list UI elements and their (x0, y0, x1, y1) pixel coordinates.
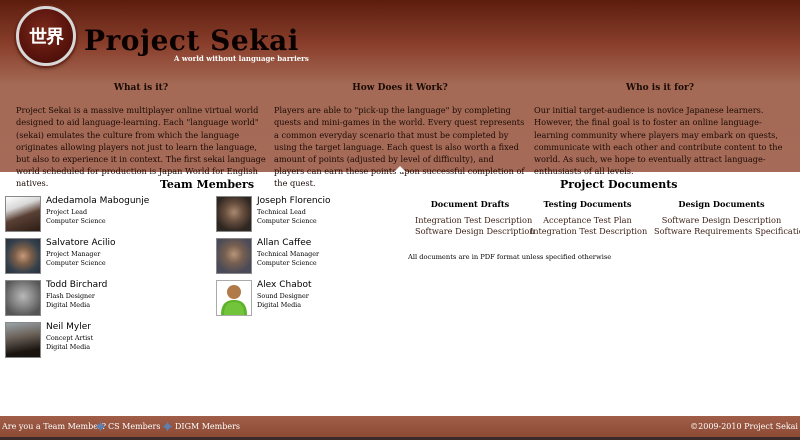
intro-how-it-works: How Does it Work? Players are able to "p… (274, 82, 526, 190)
intro-heading: Who is it for? (625, 83, 694, 93)
doc-column-heading: Document Drafts (430, 199, 510, 209)
intro-body: Our initial target-audience is novice Ja… (534, 105, 783, 177)
member-dept: Digital Media (257, 301, 302, 309)
header-notch (394, 166, 406, 172)
team-member[interactable]: Adedamola Mabogunje Project Lead Compute… (5, 196, 205, 236)
digm-members-label[interactable]: DIGM Members (175, 422, 240, 431)
avatar-placeholder-icon (221, 285, 247, 315)
intro-body: Players are able to "pick-up the languag… (274, 105, 525, 189)
doc-column-heading: Testing Documents (543, 199, 632, 209)
doc-column-heading: Design Documents (678, 199, 765, 209)
site-header: 世界 Project Sekai A world without languag… (0, 0, 800, 188)
member-role: Project Manager (46, 250, 101, 258)
member-photo[interactable] (216, 196, 252, 232)
intro-heading: How Does it Work? (352, 83, 448, 93)
doc-link[interactable]: Acceptance Test Plan (530, 215, 645, 226)
member-photo[interactable] (5, 322, 41, 358)
cs-members-link[interactable]: CS Members (96, 422, 160, 431)
member-role: Concept Artist (46, 334, 94, 342)
gear-link-icon (163, 422, 172, 431)
member-dept: Computer Science (257, 217, 317, 225)
site-logo[interactable]: 世界 (16, 6, 76, 66)
doc-link[interactable]: Integration Test Description (530, 226, 647, 237)
team-members-title: Team Members (160, 178, 255, 191)
project-documents-title: Project Documents (560, 178, 678, 191)
member-name[interactable]: Adedamola Mabogunje (46, 196, 149, 206)
digm-members-link[interactable]: DIGM Members (163, 422, 240, 431)
cs-members-label[interactable]: CS Members (108, 422, 160, 431)
member-dept: Computer Science (46, 217, 106, 225)
team-member[interactable]: Neil Myler Concept Artist Digital Media (5, 322, 205, 362)
member-dept: Computer Science (46, 259, 106, 267)
intro-body: Project Sekai is a massive multiplayer o… (16, 105, 266, 189)
member-photo[interactable] (216, 238, 252, 274)
team-member[interactable]: Joseph Florencio Technical Lead Computer… (216, 196, 416, 236)
member-name[interactable]: Allan Caffee (257, 238, 311, 248)
member-role: Flash Designer (46, 292, 95, 300)
member-dept: Digital Media (46, 301, 91, 309)
member-dept: Computer Science (257, 259, 317, 267)
site-footer: Are you a Team Member? CS Members DIGM M… (0, 410, 800, 440)
member-role: Project Lead (46, 208, 88, 216)
member-photo[interactable] (216, 280, 252, 316)
team-member[interactable]: Allan Caffee Technical Manager Computer … (216, 238, 416, 278)
member-name[interactable]: Salvatore Acilio (46, 238, 115, 248)
member-role: Technical Lead (257, 208, 306, 216)
member-role: Technical Manager (257, 250, 320, 258)
docs-format-note: All documents are in PDF format unless s… (408, 253, 612, 261)
member-photo[interactable] (5, 238, 41, 274)
team-member[interactable]: Salvatore Acilio Project Manager Compute… (5, 238, 205, 278)
doc-column-drafts: Document Drafts Integration Test Descrip… (415, 199, 535, 237)
intro-heading: What is it? (113, 83, 169, 93)
intro-who-is-it-for: Who is it for? Our initial target-audien… (534, 82, 786, 177)
intro-what-is-it: What is it? Project Sekai is a massive m… (16, 82, 266, 190)
doc-link[interactable]: Software Design Description (415, 226, 535, 237)
team-member[interactable]: Todd Birchard Flash Designer Digital Med… (5, 280, 205, 320)
team-member-question: Are you a Team Member? (2, 422, 107, 431)
footer-notch (394, 410, 406, 416)
member-photo[interactable] (5, 196, 41, 232)
member-name[interactable]: Alex Chabot (257, 280, 311, 290)
doc-link[interactable]: Software Design Description (654, 215, 789, 226)
doc-column-design: Design Documents Software Design Descrip… (654, 199, 800, 237)
doc-link[interactable]: Software Requirements Specification (654, 226, 800, 237)
member-photo[interactable] (5, 280, 41, 316)
gear-link-icon (96, 422, 105, 431)
doc-column-testing: Testing Documents Acceptance Test Plan I… (530, 199, 647, 237)
site-title[interactable]: Project Sekai (84, 26, 299, 56)
doc-link[interactable]: Integration Test Description (415, 215, 532, 226)
member-name[interactable]: Joseph Florencio (257, 196, 331, 206)
member-role: Sound Designer (257, 292, 309, 300)
member-name[interactable]: Todd Birchard (46, 280, 107, 290)
member-dept: Digital Media (46, 343, 91, 351)
member-name[interactable]: Neil Myler (46, 322, 91, 332)
team-member[interactable]: Alex Chabot Sound Designer Digital Media (216, 280, 416, 320)
copyright: ©2009-2010 Project Sekai (690, 422, 798, 431)
site-tagline: A world without language barriers (174, 54, 309, 63)
